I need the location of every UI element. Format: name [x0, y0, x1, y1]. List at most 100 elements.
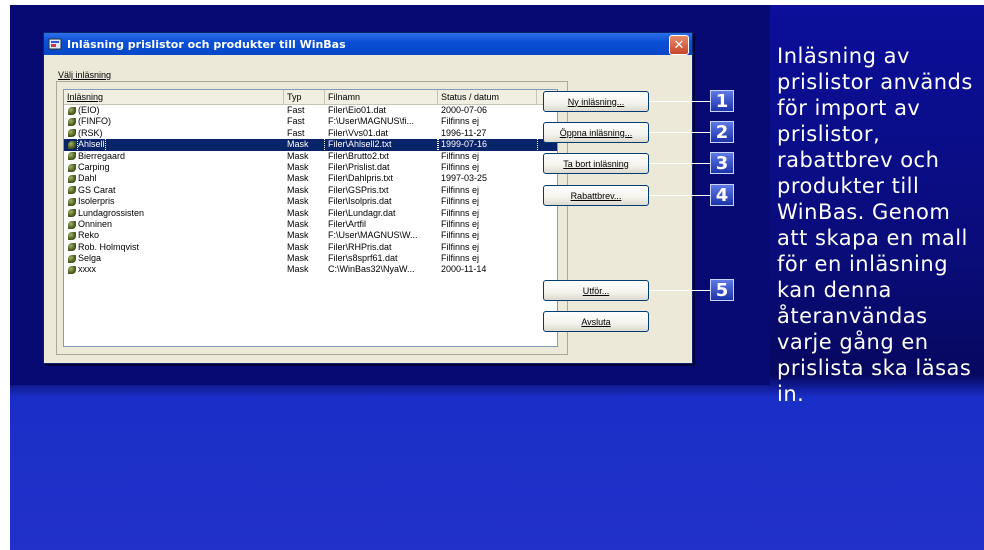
pricelist-icon	[68, 220, 76, 229]
new-import-button[interactable]: Ny inläsning...	[543, 91, 649, 112]
callout-line-5	[649, 290, 710, 291]
row-file: F:\User\MAGNUS\W...	[328, 230, 418, 241]
table-row[interactable]: Ahlsell Mask Filer\Ahlsell2.txt 1999-07-16	[64, 138, 557, 152]
row-status: Filfinns ej	[441, 196, 480, 207]
table-row[interactable]: Lundagrossisten Mask Filer\Lundagr.dat Filf…	[64, 208, 557, 219]
column-header-type[interactable]: Typ	[284, 90, 325, 104]
table-row[interactable]: Rob. Holmqvist Mask Filer\RHPris.dat Filfin…	[64, 242, 557, 253]
row-status: Filfinns ej	[441, 184, 480, 195]
table-row[interactable]: Onninen Mask Filer\Artfil Filfinns ej	[64, 219, 557, 230]
row-status: Filfinns ej	[441, 230, 480, 241]
callout-number-4: 4	[710, 184, 734, 206]
discount-letter-button[interactable]: Rabattbrev...	[543, 185, 649, 206]
import-list[interactable]: Inläsning Typ Filnamn Status / datum (EI…	[63, 89, 558, 347]
row-status: 2000-11-14	[441, 264, 487, 275]
row-name: (RSK)	[78, 127, 103, 138]
row-file: Filer\Ahlsell2.txt	[324, 138, 439, 152]
row-file: Filer\Artfil	[328, 218, 366, 229]
row-name-cell: (EIO)	[64, 105, 284, 116]
row-name-cell: Lundagrossisten	[64, 208, 284, 219]
row-type: Mask	[287, 218, 309, 229]
row-file: Filer\RHPris.dat	[328, 241, 392, 252]
row-file: Filer\Brutto2.txt	[328, 150, 390, 161]
row-name: Isolerpris	[78, 196, 115, 207]
delete-import-button[interactable]: Ta bort inläsning	[543, 153, 649, 174]
column-header-status[interactable]: Status / datum	[438, 90, 537, 104]
row-type: Mask	[287, 264, 309, 275]
pricelist-icon	[68, 254, 76, 263]
row-file: Filer\Dahlpris.txt	[328, 173, 394, 184]
row-name-cell: Ahlsell	[64, 139, 284, 151]
table-row[interactable]: Bierregaard Mask Filer\Brutto2.txt Filfinns…	[64, 151, 557, 162]
row-name-cell: Selga	[64, 253, 284, 264]
callout-number-5: 5	[710, 279, 734, 301]
row-status: 2000-07-06	[441, 105, 488, 115]
row-file: Filer\Prislist.dat	[328, 161, 390, 172]
table-row[interactable]: xxxx Mask C:\WinBas32\NyaW... 2000-11-14	[64, 264, 557, 275]
table-row[interactable]: (RSK) Fast Filer\Vvs01.dat 1996-11-27	[64, 128, 557, 139]
row-file: Filer\Eio01.dat	[328, 105, 387, 115]
row-name: Bierregaard	[78, 150, 126, 161]
pricelist-icon	[68, 175, 76, 184]
close-icon[interactable]: ✕	[669, 35, 689, 55]
table-row[interactable]: Carping Mask Filer\Prislist.dat Filfinns ej	[64, 162, 557, 173]
row-name-cell: xxxx	[64, 264, 284, 275]
row-type: Mask	[287, 253, 309, 264]
table-row[interactable]: GS Carat Mask Filer\GSPris.txt Filfinns ej	[64, 185, 557, 196]
column-header-name[interactable]: Inläsning	[64, 90, 284, 104]
row-file: Filer\Isolpris.dat	[328, 196, 392, 207]
row-name-cell: Reko	[64, 230, 284, 241]
pricelist-icon	[68, 266, 76, 275]
row-status: Filfinns ej	[441, 241, 480, 252]
table-row[interactable]: Reko Mask F:\User\MAGNUS\W... Filfinns ej	[64, 230, 557, 241]
row-name: Selga	[78, 253, 102, 264]
row-status: 1996-11-27	[441, 127, 487, 138]
row-name-cell: GS Carat	[64, 185, 284, 196]
row-name-cell: (FINFO)	[64, 116, 284, 127]
row-type: Mask	[287, 173, 309, 184]
row-name: (EIO)	[78, 105, 100, 115]
row-type: Mask	[287, 196, 309, 207]
row-name-cell: Onninen	[64, 219, 284, 230]
row-status: Filfinns ej	[441, 150, 480, 161]
row-type: Fast	[287, 127, 305, 138]
row-status: Filfinns ej	[441, 116, 480, 127]
table-row[interactable]: (FINFO) Fast F:\User\MAGNUS\fi... Filfinns …	[64, 116, 557, 127]
pricelist-icon	[68, 140, 76, 149]
dialog-titlebar: Inläsning prislistor och produkter till …	[44, 33, 692, 55]
callout-number-3: 3	[710, 152, 734, 174]
table-row[interactable]: Selga Mask Filer\s8sprf61.dat Filfinns ej	[64, 253, 557, 264]
app-icon	[48, 38, 62, 50]
row-type: Mask	[287, 241, 309, 252]
row-name: xxxx	[78, 264, 96, 275]
description-text: Inläsning av prislistor används för impo…	[777, 44, 973, 406]
exit-button[interactable]: Avsluta	[543, 311, 649, 332]
row-status: Filfinns ej	[441, 207, 480, 218]
slide-background: Inläsning prislistor och produkter till …	[10, 5, 984, 550]
row-name-cell: Rob. Holmqvist	[64, 242, 284, 253]
callout-line-1	[649, 101, 710, 102]
row-type: Mask	[287, 207, 309, 218]
row-status: 1999-07-16	[437, 138, 538, 152]
run-button[interactable]: Utför...	[543, 280, 649, 301]
row-type: Mask	[287, 150, 309, 161]
row-type: Fast	[287, 105, 305, 115]
group-label: Välj inläsning	[58, 70, 112, 80]
pricelist-icon	[68, 163, 76, 172]
row-type: Fast	[287, 116, 305, 127]
callout-line-3	[649, 163, 710, 164]
callout-number-1: 1	[710, 90, 734, 112]
row-name: Dahl	[78, 173, 97, 184]
row-file: F:\User\MAGNUS\fi...	[328, 116, 415, 127]
row-name: Rob. Holmqvist	[78, 241, 140, 252]
column-header-file[interactable]: Filnamn	[325, 90, 438, 104]
dialog-title: Inläsning prislistor och produkter till …	[67, 37, 346, 51]
row-name-cell: Carping	[64, 162, 284, 173]
pricelist-icon	[68, 118, 76, 127]
open-import-button[interactable]: Öppna inläsning...	[543, 122, 649, 143]
row-file: Filer\s8sprf61.dat	[328, 253, 398, 264]
table-row[interactable]: Dahl Mask Filer\Dahlpris.txt 1997-03-25	[64, 173, 557, 184]
table-row[interactable]: Isolerpris Mask Filer\Isolpris.dat Filfinns…	[64, 196, 557, 207]
row-name: Ahlsell	[77, 139, 106, 151]
table-row[interactable]: (EIO) Fast Filer\Eio01.dat 2000-07-06	[64, 105, 557, 116]
